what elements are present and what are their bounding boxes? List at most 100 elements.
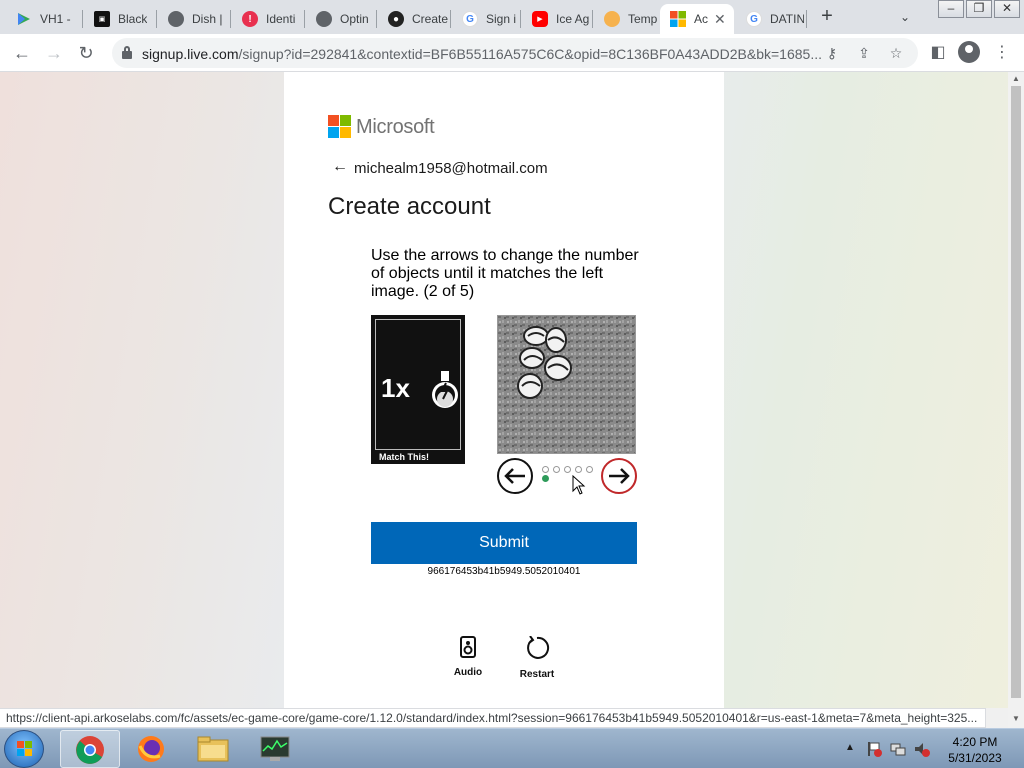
back-button[interactable]: ← — [10, 41, 34, 65]
youtube-icon: ▶ — [532, 11, 548, 27]
progress-dot-2 — [553, 466, 560, 473]
explorer-taskbar-button[interactable] — [184, 730, 244, 768]
tab-separator — [304, 10, 305, 28]
match-image: 1x Match This! — [371, 315, 465, 464]
share-icon[interactable]: ⇪ — [854, 43, 874, 63]
page-title: Create account — [328, 193, 491, 220]
tray-expand-icon[interactable]: ▲ — [845, 742, 855, 753]
match-count: 1x — [381, 373, 410, 403]
firefox-taskbar-button[interactable] — [122, 730, 182, 768]
key-icon[interactable]: ⚷ — [822, 43, 842, 63]
progress-dot-3 — [564, 466, 571, 473]
tab-account-active[interactable]: Ac ✕ — [660, 4, 734, 34]
tab-black[interactable]: ▣ Black — [84, 4, 154, 34]
tab-create[interactable]: ● Create — [378, 4, 448, 34]
windows-taskbar: ▲ 4:20 PM 5/31/2023 — [0, 728, 1024, 768]
tab-search-chevron-icon[interactable]: ⌄ — [896, 6, 914, 28]
clock-date: 5/31/2023 — [948, 751, 1002, 765]
forward-button[interactable]: → — [42, 41, 66, 65]
tab-separator — [376, 10, 377, 28]
browser-toolbar: ← → ↻ signup.live.com/signup?id=292841&c… — [0, 34, 1024, 72]
tab-separator — [230, 10, 231, 28]
submit-button[interactable]: Submit — [371, 522, 637, 564]
task-manager-taskbar-button[interactable] — [246, 730, 306, 768]
previous-arrow-button[interactable] — [497, 458, 533, 494]
menu-icon[interactable]: ⋮ — [990, 41, 1014, 65]
restart-label: Restart — [519, 669, 555, 680]
system-clock[interactable]: 4:20 PM 5/31/2023 — [940, 734, 1010, 766]
address-bar[interactable]: signup.live.com/signup?id=292841&context… — [112, 38, 918, 68]
scroll-down-icon[interactable]: ▼ — [1008, 712, 1024, 726]
minimize-button[interactable]: – — [938, 0, 964, 18]
tab-sign-in[interactable]: G Sign i — [452, 4, 518, 34]
mouse-cursor-icon — [572, 475, 586, 495]
signup-card: Microsoft ← michealm1958@hotmail.com Cre… — [284, 72, 724, 708]
task-manager-icon — [260, 736, 290, 761]
microsoft-logo-icon — [328, 115, 351, 138]
next-arrow-button[interactable] — [601, 458, 637, 494]
start-button[interactable] — [4, 730, 44, 768]
flag-alert-icon[interactable] — [866, 741, 882, 757]
clock-time: 4:20 PM — [952, 735, 998, 749]
tab-separator — [806, 10, 807, 28]
chrome-taskbar-button[interactable] — [60, 730, 120, 768]
arrow-right-icon — [609, 468, 630, 484]
back-arrow-icon[interactable]: ← — [332, 158, 348, 176]
tab-identity[interactable]: ! Identi — [232, 4, 302, 34]
google-icon: G — [746, 11, 762, 27]
google-icon: G — [462, 11, 478, 27]
tab-vh1[interactable]: VH1 - — [6, 4, 80, 34]
progress-dot-5 — [586, 466, 593, 473]
scroll-thumb[interactable] — [1011, 86, 1021, 698]
url-text[interactable]: signup.live.com/signup?id=292841&context… — [142, 46, 822, 62]
status-bar: https://client-api.arkoselabs.com/fc/ass… — [0, 708, 1008, 728]
tab-separator — [450, 10, 451, 28]
tab-dish[interactable]: Dish | — [158, 4, 228, 34]
identity-email: michealm1958@hotmail.com — [354, 160, 548, 177]
globe-icon — [316, 11, 332, 27]
tab-temp[interactable]: Temp — [594, 4, 660, 34]
tab-separator — [592, 10, 593, 28]
close-tab-icon[interactable]: ✕ — [714, 11, 726, 28]
volume-muted-icon[interactable] — [914, 741, 930, 757]
temp-mail-icon — [604, 11, 620, 27]
audio-button[interactable]: Audio — [438, 636, 498, 678]
globe-icon — [168, 11, 184, 27]
tab-strip: VH1 - ▣ Black Dish | ! Identi Optin ● Cr… — [0, 0, 1024, 34]
restore-button[interactable]: ❐ — [966, 0, 992, 18]
restart-button[interactable]: Restart — [507, 635, 567, 680]
tab-dating[interactable]: G DATIN — [736, 4, 804, 34]
captcha-game-image — [497, 315, 636, 454]
brand-name: Microsoft — [356, 116, 435, 138]
microsoft-icon — [670, 11, 686, 27]
tab-ice-age[interactable]: ▶ Ice Ag — [522, 4, 590, 34]
close-window-button[interactable]: ✕ — [994, 0, 1020, 18]
blackbook-icon: ▣ — [94, 11, 110, 27]
scroll-up-icon[interactable]: ▲ — [1008, 72, 1024, 86]
page-scrollbar[interactable]: ▲ ▼ — [1008, 72, 1024, 728]
status-url: https://client-api.arkoselabs.com/fc/ass… — [0, 708, 986, 728]
tab-optin[interactable]: Optin — [306, 4, 374, 34]
tab-separator — [156, 10, 157, 28]
lock-icon[interactable] — [122, 46, 132, 59]
file-explorer-icon — [197, 736, 229, 762]
reload-button[interactable]: ↻ — [74, 41, 98, 65]
arrow-left-icon — [504, 468, 525, 484]
side-panel-icon[interactable]: ◧ — [926, 41, 950, 65]
progress-dot-ring-1 — [542, 466, 549, 473]
create-icon: ● — [388, 11, 404, 27]
new-tab-button[interactable]: + — [816, 6, 838, 28]
progress-dot-1 — [542, 475, 549, 482]
speaker-icon — [460, 636, 476, 658]
profile-avatar[interactable] — [958, 41, 980, 63]
tab-separator — [520, 10, 521, 28]
identity-icon: ! — [242, 11, 258, 27]
page-viewport: Microsoft ← michealm1958@hotmail.com Cre… — [0, 72, 1008, 708]
potion-icon — [432, 371, 458, 408]
bookmark-star-icon[interactable]: ☆ — [886, 43, 906, 63]
audio-label: Audio — [453, 667, 483, 678]
captcha-instruction: Use the arrows to change the number of o… — [371, 247, 639, 300]
firefox-icon — [138, 736, 164, 762]
network-icon[interactable] — [890, 741, 906, 757]
match-caption: Match This! — [379, 452, 430, 462]
